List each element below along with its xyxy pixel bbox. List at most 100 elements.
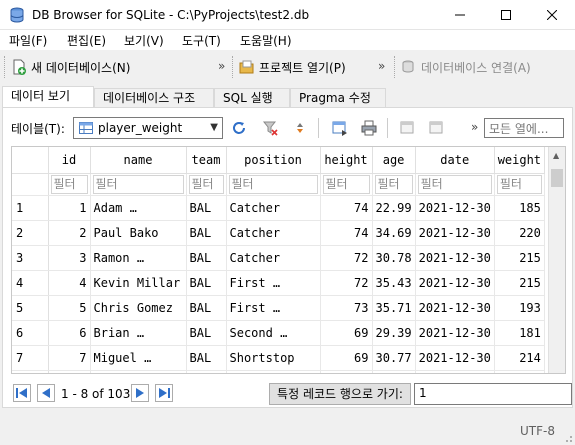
next-record-button[interactable]: [131, 384, 149, 402]
cell-name[interactable]: [90, 370, 187, 373]
goto-record-button[interactable]: 특정 레코드 행으로 가기:: [269, 383, 411, 405]
table-row[interactable]: 5 5 Chris Gomez BAL First … 73 35.71 202…: [12, 295, 545, 321]
cell-weight[interactable]: [494, 370, 545, 373]
attach-database-button[interactable]: 데이터베이스 연결(A): [421, 59, 531, 76]
scrollbar-thumb[interactable]: [551, 169, 563, 187]
cell-position[interactable]: First …: [226, 295, 321, 321]
corner-cell[interactable]: [12, 147, 49, 174]
cell-date[interactable]: 2021-12-30: [415, 195, 495, 221]
filter-input-date[interactable]: 필터: [417, 174, 492, 194]
column-header-position[interactable]: position: [226, 147, 321, 174]
column-header-height[interactable]: height: [320, 147, 373, 174]
cell-id[interactable]: 7: [48, 345, 91, 371]
cell-age[interactable]: 34.69: [372, 220, 416, 246]
cell-weight[interactable]: 185: [494, 195, 545, 221]
filter-all-columns-input[interactable]: 모든 열에...: [484, 118, 564, 138]
column-header-date[interactable]: date: [415, 147, 495, 174]
cell-age[interactable]: 35.71: [372, 295, 416, 321]
table-select[interactable]: player_weight ▼: [73, 117, 223, 139]
cell-height[interactable]: 72: [320, 270, 373, 296]
clear-sort-button[interactable]: [290, 118, 310, 138]
cell-name[interactable]: Brian …: [90, 320, 187, 346]
filter-input-name[interactable]: 필터: [92, 174, 184, 194]
filter-input-position[interactable]: 필터: [228, 174, 318, 194]
cell-weight[interactable]: 214: [494, 345, 545, 371]
save-table-button[interactable]: [330, 118, 350, 138]
cell-team[interactable]: BAL: [186, 220, 227, 246]
table-row[interactable]: 2 2 Paul Bako BAL Catcher 74 34.69 2021-…: [12, 220, 545, 246]
table-row[interactable]: 4 4 Kevin Millar BAL First … 72 35.43 20…: [12, 270, 545, 296]
cell-date[interactable]: 2021-12-30: [415, 270, 495, 296]
cell-age[interactable]: [372, 370, 416, 373]
vertical-scrollbar[interactable]: ▲: [548, 147, 565, 373]
cell-team[interactable]: [186, 370, 227, 373]
row-number[interactable]: [12, 370, 49, 373]
cell-height[interactable]: 72: [320, 245, 373, 271]
cell-date[interactable]: 2021-12-30: [415, 245, 495, 271]
cell-date[interactable]: 2021-12-30: [415, 320, 495, 346]
cell-position[interactable]: [226, 370, 321, 373]
table-row[interactable]: 7 7 Miguel … BAL Shortstop 69 30.77 2021…: [12, 345, 545, 371]
filter-input-team[interactable]: 필터: [188, 174, 224, 194]
tab-execute-sql[interactable]: SQL 실행: [214, 88, 290, 108]
column-header-weight[interactable]: weight: [494, 147, 545, 174]
goto-record-input[interactable]: 1: [414, 383, 572, 405]
open-project-button[interactable]: 프로젝트 열기(P): [259, 59, 346, 76]
row-number[interactable]: 5: [12, 295, 49, 321]
cell-team[interactable]: BAL: [186, 295, 227, 321]
cell-weight[interactable]: 215: [494, 245, 545, 271]
row-number[interactable]: 4: [12, 270, 49, 296]
cell-name[interactable]: Ramon …: [90, 245, 187, 271]
row-number[interactable]: 2: [12, 220, 49, 246]
resize-grip-icon[interactable]: [563, 433, 573, 443]
cell-team[interactable]: BAL: [186, 320, 227, 346]
table-row[interactable]: 1 1 Adam … BAL Catcher 74 22.99 2021-12-…: [12, 195, 545, 221]
filter-input-weight[interactable]: 필터: [496, 174, 542, 194]
cell-date[interactable]: 2021-12-30: [415, 345, 495, 371]
first-record-button[interactable]: [13, 384, 31, 402]
clear-filters-button[interactable]: [260, 118, 280, 138]
table-row[interactable]: [12, 370, 545, 373]
cell-height[interactable]: 74: [320, 195, 373, 221]
cell-position[interactable]: Catcher: [226, 195, 321, 221]
cell-position[interactable]: First …: [226, 270, 321, 296]
cell-age[interactable]: 35.43: [372, 270, 416, 296]
print-button[interactable]: [359, 118, 379, 138]
close-window-button[interactable]: [529, 0, 575, 30]
column-header-age[interactable]: age: [372, 147, 416, 174]
cell-height[interactable]: 69: [320, 320, 373, 346]
cell-date[interactable]: 2021-12-30: [415, 220, 495, 246]
insert-record-button[interactable]: [398, 118, 418, 138]
cell-id[interactable]: 5: [48, 295, 91, 321]
cell-name[interactable]: Adam …: [90, 195, 187, 221]
cell-id[interactable]: 4: [48, 270, 91, 296]
menu-help[interactable]: 도움말(H): [240, 32, 292, 49]
cell-id[interactable]: 6: [48, 320, 91, 346]
filter-input-age[interactable]: 필터: [374, 174, 413, 194]
toolbar-overflow-button[interactable]: »: [218, 59, 225, 73]
tab-edit-pragmas[interactable]: Pragma 수정: [290, 88, 386, 108]
row-number[interactable]: 3: [12, 245, 49, 271]
menu-edit[interactable]: 편집(E): [67, 32, 106, 49]
cell-team[interactable]: BAL: [186, 345, 227, 371]
previous-record-button[interactable]: [37, 384, 55, 402]
column-header-id[interactable]: id: [48, 147, 91, 174]
table-row[interactable]: 6 6 Brian … BAL Second … 69 29.39 2021-1…: [12, 320, 545, 346]
tab-database-structure[interactable]: 데이터베이스 구조: [94, 88, 214, 108]
tab-browse-data[interactable]: 데이터 보기: [2, 86, 94, 108]
refresh-button[interactable]: [229, 118, 249, 138]
cell-team[interactable]: BAL: [186, 195, 227, 221]
row-number[interactable]: 6: [12, 320, 49, 346]
column-header-team[interactable]: team: [186, 147, 227, 174]
cell-age[interactable]: 30.77: [372, 345, 416, 371]
cell-weight[interactable]: 193: [494, 295, 545, 321]
toolbar-overflow-button[interactable]: »: [378, 59, 385, 73]
cell-height[interactable]: 74: [320, 220, 373, 246]
filter-input-id[interactable]: 필터: [50, 174, 88, 194]
toolbar-grip[interactable]: [232, 56, 235, 78]
scroll-up-icon[interactable]: ▲: [553, 151, 559, 160]
cell-team[interactable]: BAL: [186, 245, 227, 271]
last-record-button[interactable]: [155, 384, 173, 402]
maximize-button[interactable]: [483, 0, 529, 30]
cell-date[interactable]: [415, 370, 495, 373]
